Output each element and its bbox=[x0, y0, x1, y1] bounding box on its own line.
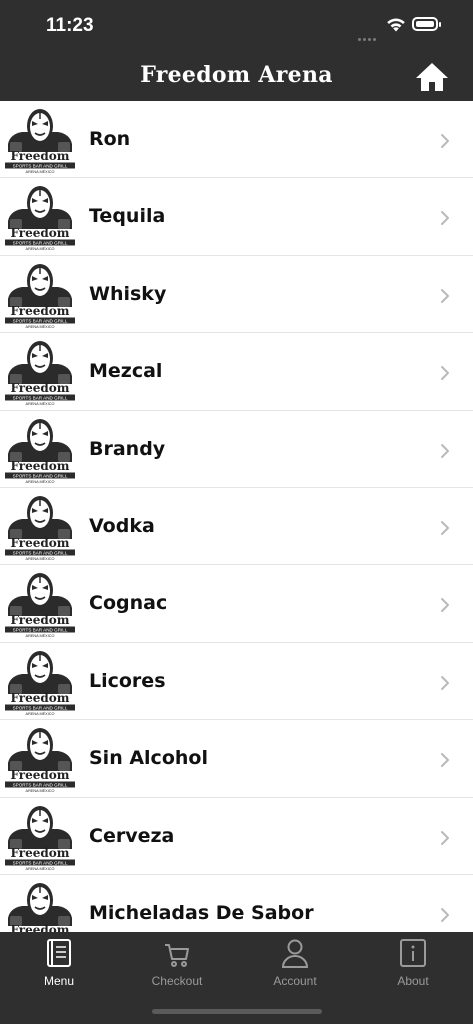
freedom-logo: Freedom SPORTS BAR AND GRILL ARENA MÉXIC… bbox=[5, 805, 75, 871]
logo-location: ARENA MÉXICO bbox=[26, 401, 55, 406]
logo-banner: SPORTS BAR AND GRILL bbox=[13, 473, 68, 478]
chevron-right-icon bbox=[441, 443, 449, 458]
list-item[interactable]: Freedom SPORTS BAR AND GRILL ARENA MÉXIC… bbox=[0, 410, 473, 488]
list-item-label: Cerveza bbox=[89, 824, 175, 847]
chevron-right-icon bbox=[441, 675, 449, 690]
cart-icon bbox=[165, 944, 189, 967]
list-item[interactable]: Freedom SPORTS BAR AND GRILL ARENA MÉXIC… bbox=[0, 487, 473, 566]
list-item[interactable]: Freedom SPORTS BAR AND GRILL ARENA MÉXIC… bbox=[0, 874, 473, 932]
logo-brand: Freedom bbox=[11, 459, 70, 473]
logo-banner: SPORTS BAR AND GRILL bbox=[13, 395, 68, 400]
list-item[interactable]: Freedom SPORTS BAR AND GRILL ARENA MÉXIC… bbox=[0, 178, 473, 256]
logo-banner: SPORTS BAR AND GRILL bbox=[13, 705, 68, 710]
list-item[interactable]: Freedom SPORTS BAR AND GRILL ARENA MÉXIC… bbox=[0, 333, 473, 411]
freedom-logo: Freedom SPORTS BAR AND GRILL ARENA MÉXIC… bbox=[5, 341, 75, 406]
list-item-label: Brandy bbox=[89, 437, 166, 460]
list-item-label: Tequila bbox=[89, 205, 166, 228]
chevron-right-icon bbox=[441, 211, 449, 226]
logo-brand: Freedom bbox=[11, 536, 70, 550]
chevron-right-icon bbox=[441, 598, 449, 613]
logo-banner: SPORTS BAR AND GRILL bbox=[13, 550, 68, 555]
logo-banner: SPORTS BAR AND GRILL bbox=[13, 860, 68, 865]
battery-icon bbox=[412, 17, 441, 31]
book-icon bbox=[47, 939, 71, 967]
logo-brand: Freedom bbox=[11, 846, 70, 860]
logo-brand: Freedom bbox=[11, 613, 70, 627]
list-item[interactable]: Freedom SPORTS BAR AND GRILL ARENA MÉXIC… bbox=[0, 720, 473, 798]
tab-about[interactable]: About bbox=[354, 938, 472, 990]
freedom-logo: Freedom SPORTS BAR AND GRILL ARENA MÉXIC… bbox=[5, 728, 75, 793]
list-item[interactable]: Freedom SPORTS BAR AND GRILL ARENA MÉXIC… bbox=[0, 101, 473, 179]
tab-menu-label: Menu bbox=[43, 974, 75, 988]
freedom-logo: Freedom SPORTS BAR AND GRILL ARENA MÉXIC… bbox=[5, 186, 75, 251]
page-title: Freedom Arena bbox=[140, 62, 333, 88]
tab-menu[interactable]: Menu bbox=[0, 938, 118, 990]
freedom-logo: Freedom SPORTS BAR AND GRILL ARENA MÉXIC… bbox=[5, 650, 75, 716]
logo-banner: SPORTS BAR AND GRILL bbox=[13, 163, 68, 168]
list-item-label: Licores bbox=[89, 669, 166, 692]
freedom-logo: Freedom SPORTS BAR AND GRILL ARENA MÉXIC… bbox=[5, 263, 75, 329]
logo-banner: SPORTS BAR AND GRILL bbox=[13, 318, 68, 323]
wifi-icon bbox=[387, 18, 405, 32]
status-time: 11:23 bbox=[46, 15, 94, 36]
list-item-label: Micheladas De Sabor bbox=[89, 901, 314, 924]
logo-location: ARENA MÉXICO bbox=[26, 866, 55, 871]
menu-category-list: Freedom SPORTS BAR AND GRILL ARENA MÉXIC… bbox=[0, 101, 473, 932]
chevron-right-icon bbox=[441, 134, 449, 148]
list-item-label: Whisky bbox=[89, 282, 167, 305]
logo-brand: Freedom bbox=[11, 149, 70, 163]
tab-account[interactable]: Account bbox=[236, 938, 354, 990]
freedom-logo: Freedom SPORTS BAR AND GRILL ARENA MÉXIC… bbox=[5, 418, 75, 484]
home-icon[interactable] bbox=[414, 60, 450, 94]
tab-about-label: About bbox=[397, 974, 429, 988]
person-icon bbox=[281, 939, 309, 968]
logo-location: ARENA MÉXICO bbox=[26, 246, 55, 251]
list-item[interactable]: Freedom SPORTS BAR AND GRILL ARENA MÉXIC… bbox=[0, 642, 473, 721]
logo-banner: SPORTS BAR AND GRILL bbox=[13, 782, 68, 787]
list-item-label: Sin Alcohol bbox=[89, 747, 208, 770]
list-item-label: Cognac bbox=[89, 592, 168, 615]
logo-location: ARENA MÉXICO bbox=[26, 169, 55, 174]
tab-account-label: Account bbox=[273, 974, 317, 988]
list-item-label: Mezcal bbox=[89, 360, 163, 383]
status-bar: 11:23 bbox=[0, 0, 473, 52]
logo-brand: Freedom bbox=[11, 691, 70, 705]
chevron-right-icon bbox=[441, 753, 449, 768]
freedom-logo: Freedom SPORTS BAR AND GRILL ARENA MÉXIC… bbox=[8, 882, 72, 932]
logo-brand: Freedom bbox=[11, 304, 70, 318]
freedom-logo: Freedom SPORTS BAR AND GRILL ARENA MÉXIC… bbox=[5, 109, 75, 174]
logo-brand: Freedom bbox=[11, 226, 70, 240]
freedom-logo: Freedom SPORTS BAR AND GRILL ARENA MÉXIC… bbox=[5, 573, 75, 638]
logo-location: ARENA MÉXICO bbox=[26, 324, 55, 329]
tab-checkout-label: Checkout bbox=[151, 974, 203, 988]
logo-location: ARENA MÉXICO bbox=[26, 479, 55, 484]
info-icon bbox=[400, 939, 426, 967]
list-item[interactable]: Freedom SPORTS BAR AND GRILL ARENA MÉXIC… bbox=[0, 255, 473, 334]
freedom-logo: Freedom SPORTS BAR AND GRILL ARENA MÉXIC… bbox=[5, 495, 75, 561]
logo-location: ARENA MÉXICO bbox=[26, 556, 55, 561]
logo-location: ARENA MÉXICO bbox=[26, 633, 55, 638]
chevron-right-icon bbox=[441, 288, 449, 303]
list-item-label: Ron bbox=[89, 128, 131, 150]
cellular-signal-icon bbox=[358, 28, 380, 41]
tab-checkout[interactable]: Checkout bbox=[118, 938, 236, 990]
chevron-right-icon bbox=[441, 520, 449, 535]
list-item[interactable]: Freedom SPORTS BAR AND GRILL ARENA MÉXIC… bbox=[0, 797, 473, 875]
logo-banner: SPORTS BAR AND GRILL bbox=[13, 628, 68, 633]
logo-brand: Freedom bbox=[11, 381, 70, 395]
logo-location: ARENA MÉXICO bbox=[26, 711, 55, 716]
logo-brand: Freedom bbox=[11, 768, 70, 782]
home-indicator bbox=[152, 1009, 322, 1014]
navigation-bar: Freedom Arena bbox=[0, 52, 473, 101]
logo-location: ARENA MÉXICO bbox=[26, 788, 55, 793]
chevron-right-icon bbox=[441, 907, 449, 922]
chevron-right-icon bbox=[441, 366, 449, 381]
list-item[interactable]: Freedom SPORTS BAR AND GRILL ARENA MÉXIC… bbox=[0, 565, 473, 643]
logo-banner: SPORTS BAR AND GRILL bbox=[13, 241, 68, 246]
chevron-right-icon bbox=[441, 830, 449, 845]
logo-brand: Freedom bbox=[11, 923, 70, 932]
list-item-label: Vodka bbox=[89, 514, 155, 537]
